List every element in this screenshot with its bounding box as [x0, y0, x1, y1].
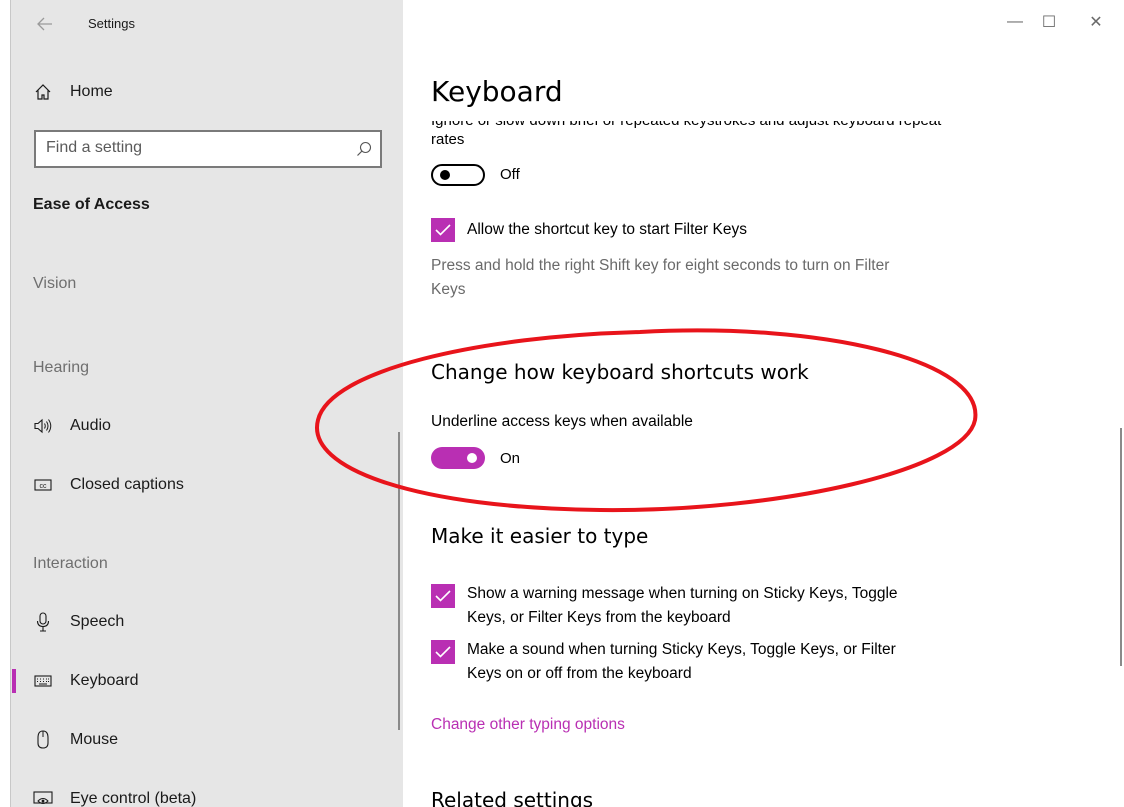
- page-title: Keyboard: [431, 75, 563, 108]
- sidebar-item-closed-captions[interactable]: cc Closed captions: [11, 463, 403, 507]
- filter-keys-toggle-state: Off: [500, 166, 520, 183]
- toggle-knob: [467, 453, 477, 463]
- main-pane: — ☐ ✕ Keyboard Ignore or slow down brief…: [403, 0, 1124, 807]
- close-button[interactable]: ✕: [1081, 10, 1111, 34]
- back-arrow-icon[interactable]: [33, 12, 57, 36]
- rates-text: rates: [431, 131, 465, 148]
- search-input[interactable]: [46, 139, 346, 157]
- make-sound-checkbox[interactable]: [431, 640, 455, 664]
- minimize-button[interactable]: —: [1000, 10, 1030, 34]
- sidebar-item-label: Home: [70, 83, 113, 100]
- warning-message-label-line2: Keys, or Filter Keys from the keyboard: [467, 609, 731, 626]
- shortcuts-heading: Change how keyboard shortcuts work: [431, 360, 809, 384]
- cc-icon: cc: [33, 475, 53, 495]
- main-scrollbar[interactable]: [1120, 428, 1122, 666]
- sidebar-item-label: Mouse: [70, 731, 119, 748]
- sidebar-item-home[interactable]: Home: [11, 70, 403, 114]
- sidebar-item-eye-control[interactable]: Eye control (beta): [11, 777, 403, 807]
- make-sound-label-line2: Keys on or off from the keyboard: [467, 665, 692, 682]
- filter-shortcut-description-line1: Press and hold the right Shift key for e…: [431, 257, 890, 274]
- sidebar-item-label: Speech: [70, 613, 125, 630]
- clipped-description: Ignore or slow down brief or repeated ke…: [431, 121, 991, 130]
- sidebar-item-speech[interactable]: Speech: [11, 600, 403, 644]
- sidebar-item-audio[interactable]: Audio: [11, 404, 403, 448]
- make-sound-label-line1: Make a sound when turning Sticky Keys, T…: [467, 641, 896, 658]
- underline-access-keys-label: Underline access keys when available: [431, 413, 693, 430]
- search-field[interactable]: [34, 130, 382, 168]
- section-interaction: Interaction: [33, 555, 108, 572]
- filter-shortcut-checkbox[interactable]: [431, 218, 455, 242]
- sidebar-item-label: Eye control (beta): [70, 790, 197, 807]
- sidebar-item-mouse[interactable]: Mouse: [11, 718, 403, 762]
- underline-access-keys-toggle[interactable]: [431, 447, 485, 469]
- mouse-icon: [33, 730, 53, 750]
- maximize-button[interactable]: ☐: [1034, 10, 1064, 34]
- underline-toggle-state: On: [500, 450, 521, 467]
- toggle-knob: [440, 170, 450, 180]
- warning-message-label-line1: Show a warning message when turning on S…: [467, 585, 898, 602]
- sidebar-item-label: Closed captions: [70, 476, 184, 493]
- eye-control-icon: [33, 789, 53, 807]
- sidebar: Settings Home Ease of Access Vision Hear…: [11, 0, 403, 807]
- warning-message-checkbox[interactable]: [431, 584, 455, 608]
- window-left-edge: [0, 0, 3, 807]
- sidebar-item-label: Audio: [70, 417, 111, 434]
- change-typing-options-link[interactable]: Change other typing options: [431, 716, 625, 734]
- clipped-description-text: Ignore or slow down brief or repeated ke…: [431, 121, 991, 129]
- related-settings-heading: Related settings: [431, 788, 594, 807]
- app-title: Settings: [88, 16, 135, 31]
- microphone-icon: [33, 612, 53, 632]
- easier-type-heading: Make it easier to type: [431, 524, 649, 548]
- search-icon[interactable]: [356, 141, 372, 157]
- titlebar: Settings: [11, 0, 403, 48]
- filter-shortcut-label: Allow the shortcut key to start Filter K…: [467, 221, 747, 238]
- keyboard-icon: [33, 671, 53, 691]
- sidebar-item-label: Keyboard: [70, 672, 139, 689]
- filter-keys-toggle[interactable]: [431, 164, 485, 186]
- active-indicator: [12, 669, 16, 693]
- category-title: Ease of Access: [33, 196, 150, 213]
- filter-shortcut-description-line2: Keys: [431, 281, 466, 298]
- svg-text:cc: cc: [40, 483, 48, 490]
- sidebar-scrollbar[interactable]: [398, 432, 400, 730]
- section-hearing: Hearing: [33, 359, 90, 376]
- section-vision: Vision: [33, 275, 77, 292]
- sidebar-item-keyboard[interactable]: Keyboard: [11, 659, 403, 703]
- home-icon: [33, 82, 53, 102]
- speaker-icon: [33, 416, 53, 436]
